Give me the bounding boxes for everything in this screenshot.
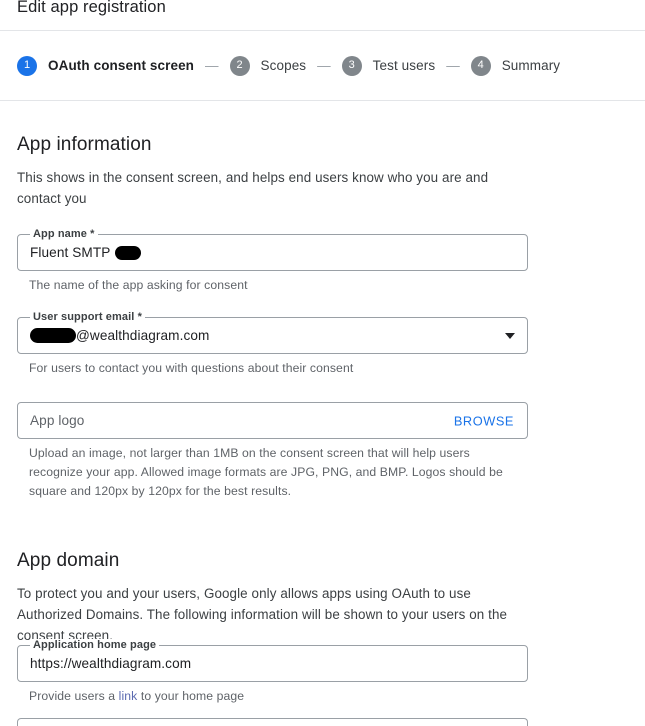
page-title: Edit app registration xyxy=(17,0,166,16)
home-page-helper-before: Provide users a xyxy=(29,689,119,703)
step-2-badge: 2 xyxy=(229,55,250,76)
step-separator-1: — xyxy=(205,58,219,73)
browse-button[interactable]: BROWSE xyxy=(454,413,514,428)
app-name-helper: The name of the app asking for consent xyxy=(29,278,248,292)
step-2-label: Scopes xyxy=(260,58,307,73)
next-field-partial[interactable] xyxy=(17,718,528,726)
home-page-value: https://wealthdiagram.com xyxy=(30,656,192,671)
app-information-description: This shows in the consent screen, and he… xyxy=(17,170,489,206)
step-1-label: OAuth consent screen xyxy=(48,58,195,73)
app-logo-field-group: App logo BROWSE Upload an image, not lar… xyxy=(17,402,528,501)
home-page-field-group: Application home page https://wealthdiag… xyxy=(17,639,528,706)
step-summary[interactable]: 4 Summary xyxy=(470,55,561,76)
app-name-label: App name * xyxy=(30,228,98,241)
support-email-domain: @wealthdiagram.com xyxy=(76,328,210,343)
step-3-badge: 3 xyxy=(341,55,362,76)
home-page-helper-after: to your home page xyxy=(137,689,245,703)
step-oauth-consent-screen[interactable]: 1 OAuth consent screen xyxy=(17,55,195,76)
app-name-input[interactable]: App name * Fluent SMTP xyxy=(17,228,528,271)
step-4-badge: 4 xyxy=(470,55,491,76)
app-domain-description: To protect you and your users, Google on… xyxy=(17,586,508,643)
support-email-value: @wealthdiagram.com xyxy=(18,328,209,343)
step-test-users[interactable]: 3 Test users xyxy=(341,55,436,76)
step-scopes[interactable]: 2 Scopes xyxy=(229,55,307,76)
app-name-text: Fluent SMTP xyxy=(30,245,111,260)
support-email-label: User support email * xyxy=(30,311,145,324)
wizard-stepper: 1 OAuth consent screen — 2 Scopes — 3 Te… xyxy=(0,31,645,101)
support-email-field-group: User support email * @wealthdiagram.com … xyxy=(17,311,528,378)
step-4-label: Summary xyxy=(501,58,561,73)
redaction-block-app-name xyxy=(115,245,142,260)
home-page-helper-link[interactable]: link xyxy=(119,689,138,703)
support-email-helper: For users to contact you with questions … xyxy=(29,361,354,375)
app-domain-heading: App domain xyxy=(17,550,120,571)
step-1-badge: 1 xyxy=(17,55,37,76)
home-page-label: Application home page xyxy=(30,639,160,652)
step-3-label: Test users xyxy=(372,58,436,73)
home-page-input[interactable]: Application home page https://wealthdiag… xyxy=(17,639,528,682)
page-header: Edit app registration xyxy=(0,0,645,31)
chevron-down-icon[interactable] xyxy=(505,332,515,339)
support-email-select[interactable]: User support email * @wealthdiagram.com xyxy=(17,311,528,354)
app-name-field-group: App name * Fluent SMTP The name of the a… xyxy=(17,228,528,295)
app-name-value: Fluent SMTP xyxy=(18,245,142,260)
edit-app-registration-page: Edit app registration 1 OAuth consent sc… xyxy=(0,0,645,726)
step-separator-2: — xyxy=(317,58,331,73)
app-logo-placeholder: App logo xyxy=(30,413,85,428)
app-logo-helper: Upload an image, not larger than 1MB on … xyxy=(29,446,503,498)
app-logo-input[interactable]: App logo BROWSE xyxy=(17,402,528,439)
app-information-heading: App information xyxy=(17,134,152,155)
step-separator-3: — xyxy=(446,58,460,73)
redaction-block-email-user xyxy=(30,328,76,343)
home-page-helper: Provide users a link to your home page xyxy=(17,687,528,706)
